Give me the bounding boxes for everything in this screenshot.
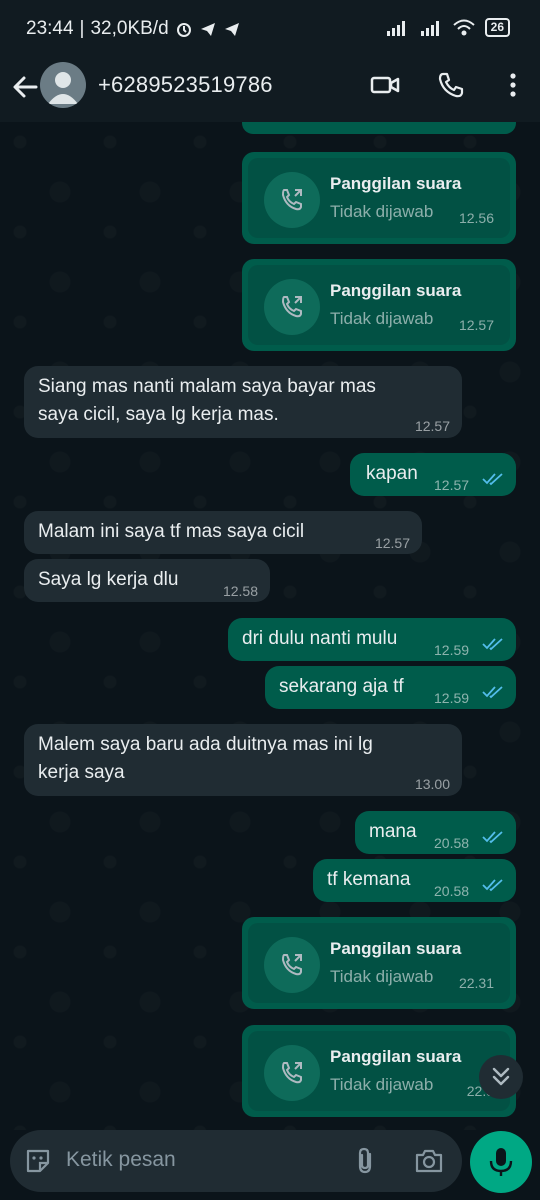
read-receipt-icon	[482, 638, 503, 651]
more-vert-icon[interactable]	[498, 70, 528, 100]
contact-name[interactable]: +6289523519786	[98, 72, 273, 98]
message-text: kapan	[366, 463, 418, 484]
status-left: 23:44 | 32,0KB/d	[26, 18, 241, 40]
call-status: Tidak dijawab	[330, 1075, 434, 1094]
call-card: Panggilan suara Tidak dijawab 12.56	[248, 158, 510, 238]
missed-call-icon	[281, 296, 302, 318]
missed-call-bubble[interactable]: Panggilan suara Tidak dijawab 12.56	[242, 152, 516, 244]
voice-call-icon[interactable]	[436, 70, 466, 100]
call-card: Panggilan suara Tidak dijawab 22.3	[248, 1031, 510, 1111]
status-right: 26	[385, 18, 510, 37]
wifi-icon	[452, 19, 475, 35]
call-card: Panggilan suara Tidak dijawab 22.31	[248, 923, 510, 1003]
message-text: Malam ini saya tf mas saya cicil	[38, 521, 305, 542]
alarm-icon	[176, 23, 191, 37]
message-time: 20.58	[434, 883, 470, 899]
message-time: 22.31	[458, 975, 494, 991]
outgoing-message[interactable]: tf kemana 20.58	[313, 859, 516, 902]
outgoing-message[interactable]: sekarang aja tf 12.59	[265, 666, 516, 709]
missed-call-icon	[281, 954, 302, 976]
outgoing-message[interactable]: kapan 12.57	[350, 453, 516, 496]
microphone-icon	[489, 1148, 513, 1176]
status-divider: |	[79, 18, 85, 39]
message-text: sekarang aja tf	[279, 676, 404, 697]
message-time: 12.58	[222, 583, 258, 599]
message-text: Saya lg kerja dlu	[38, 569, 179, 590]
chat-area[interactable]: Panggilan suara Tidak dijawab 12.56 Pang…	[0, 122, 540, 1130]
message-time: 12.57	[434, 477, 470, 493]
telegram-icon	[200, 23, 215, 36]
message-input-bar[interactable]: Ketik pesan	[10, 1130, 462, 1192]
message-time: 12.59	[434, 642, 470, 658]
read-receipt-icon	[482, 831, 503, 844]
avatar[interactable]	[40, 62, 86, 108]
message-time: 13.00	[414, 776, 450, 792]
message-input[interactable]: Ketik pesan	[66, 1148, 176, 1172]
call-card: Panggilan suara Tidak dijawab 12.57	[248, 265, 510, 345]
incoming-message[interactable]: Saya lg kerja dlu 12.58	[24, 559, 270, 602]
status-bar: 23:44 | 32,0KB/d 26	[0, 0, 540, 56]
message-text: tf kemana	[327, 869, 411, 890]
incoming-message[interactable]: Siang mas nanti malam saya bayar mas say…	[24, 366, 462, 438]
call-title: Panggilan suara	[330, 939, 462, 958]
call-icon-circle	[264, 172, 320, 228]
read-receipt-icon	[482, 686, 503, 699]
message-text-line: kerja saya	[38, 762, 125, 783]
double-chevron-down-icon	[492, 1067, 510, 1086]
message-text-line: saya cicil, saya lg kerja mas.	[38, 404, 279, 425]
attach-icon[interactable]	[352, 1146, 380, 1176]
status-time: 23:44	[26, 18, 74, 39]
missed-call-icon	[281, 189, 302, 211]
missed-call-bubble[interactable]: Panggilan suara Tidak dijawab 22.3	[242, 1025, 516, 1117]
message-text-line: Malem saya baru ada duitnya mas ini lg	[38, 734, 373, 755]
call-icon-circle	[264, 937, 320, 993]
call-icon-circle	[264, 279, 320, 335]
camera-icon[interactable]	[414, 1147, 444, 1175]
call-title: Panggilan suara	[330, 281, 462, 300]
message-text-line: Siang mas nanti malam saya bayar mas	[38, 376, 376, 397]
call-status: Tidak dijawab	[330, 309, 434, 328]
call-status: Tidak dijawab	[330, 202, 434, 221]
back-arrow-icon[interactable]	[10, 72, 40, 102]
message-time: 20.58	[434, 835, 470, 851]
network-speed: 32,0KB/d	[90, 18, 169, 39]
outgoing-message[interactable]: mana 20.58	[355, 811, 516, 854]
message-time: 12.57	[458, 317, 494, 333]
missed-call-bubble[interactable]: Panggilan suara Tidak dijawab 22.31	[242, 917, 516, 1009]
message-time: 12.57	[374, 535, 410, 551]
video-call-icon[interactable]	[370, 70, 400, 100]
message-time: 12.57	[414, 418, 450, 434]
default-avatar-icon	[48, 72, 78, 104]
call-title: Panggilan suara	[330, 174, 462, 193]
chat-header: +6289523519786	[0, 56, 540, 122]
read-receipt-icon	[482, 879, 503, 892]
telegram-icon-2	[224, 23, 239, 36]
voice-message-button[interactable]	[470, 1131, 532, 1193]
message-time: 12.56	[458, 210, 494, 226]
signal-icon	[386, 20, 405, 36]
missed-call-icon	[281, 1062, 302, 1084]
sticker-icon[interactable]	[24, 1147, 52, 1175]
message-time: 12.59	[434, 690, 470, 706]
message-bubble-partial	[242, 122, 516, 134]
call-title: Panggilan suara	[330, 1047, 462, 1066]
call-icon-circle	[264, 1045, 320, 1101]
read-receipt-icon	[482, 473, 503, 486]
missed-call-bubble[interactable]: Panggilan suara Tidak dijawab 12.57	[242, 259, 516, 351]
signal-icon-2	[420, 20, 439, 36]
battery-icon: 26	[484, 18, 510, 37]
outgoing-message[interactable]: dri dulu nanti mulu 12.59	[228, 618, 516, 661]
incoming-message[interactable]: Malam ini saya tf mas saya cicil 12.57	[24, 511, 422, 554]
message-text: mana	[369, 821, 417, 842]
scroll-to-bottom-button[interactable]	[479, 1055, 523, 1099]
incoming-message[interactable]: Malem saya baru ada duitnya mas ini lg k…	[24, 724, 462, 796]
message-text: dri dulu nanti mulu	[242, 628, 398, 649]
call-status: Tidak dijawab	[330, 967, 434, 986]
